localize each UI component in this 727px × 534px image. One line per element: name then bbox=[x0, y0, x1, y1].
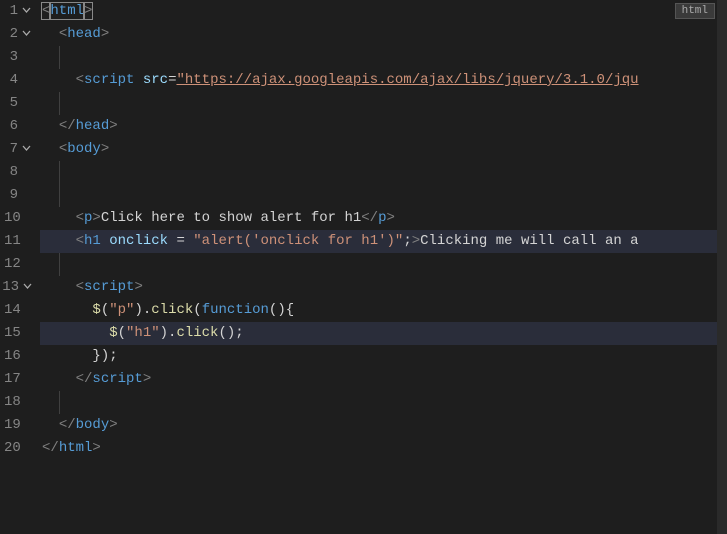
line-number: 10 bbox=[4, 207, 21, 230]
line-number: 5 bbox=[10, 92, 18, 115]
code-line[interactable]: <p>Click here to show alert for h1</p> bbox=[40, 207, 727, 230]
line-number: 12 bbox=[4, 253, 21, 276]
gutter-line: 1 bbox=[4, 0, 32, 23]
code-line[interactable]: </html> bbox=[40, 437, 727, 460]
line-number: 4 bbox=[10, 69, 18, 92]
code-line[interactable]: <head> bbox=[40, 23, 727, 46]
line-number: 18 bbox=[4, 391, 21, 414]
line-number: 8 bbox=[10, 161, 18, 184]
line-number: 11 bbox=[4, 230, 21, 253]
code-line[interactable]: $("h1").click(); bbox=[40, 322, 727, 345]
code-line[interactable] bbox=[40, 46, 727, 69]
fold-icon[interactable] bbox=[22, 7, 32, 16]
line-number: 2 bbox=[10, 23, 18, 46]
code-line[interactable] bbox=[40, 391, 727, 414]
code-line[interactable]: </script> bbox=[40, 368, 727, 391]
fold-icon[interactable] bbox=[22, 30, 32, 39]
gutter-line: 2 bbox=[4, 23, 32, 46]
code-line[interactable] bbox=[40, 161, 727, 184]
fold-icon[interactable] bbox=[23, 283, 32, 292]
gutter-line: 7 bbox=[4, 138, 32, 161]
line-number: 13 bbox=[2, 276, 19, 299]
code-line[interactable]: </head> bbox=[40, 115, 727, 138]
line-number: 6 bbox=[10, 115, 18, 138]
line-number: 9 bbox=[10, 184, 18, 207]
fold-icon[interactable] bbox=[22, 145, 32, 154]
code-line[interactable]: <body> bbox=[40, 138, 727, 161]
code-line[interactable]: <html> bbox=[40, 0, 727, 23]
language-badge: html bbox=[675, 3, 715, 19]
code-line[interactable] bbox=[40, 92, 727, 115]
gutter-line: 13 bbox=[4, 276, 32, 299]
line-gutter: 1 2 3 4 5 6 7 8 9 10 11 12 13 14 15 16 1… bbox=[0, 0, 40, 534]
line-number: 3 bbox=[10, 46, 18, 69]
vertical-scrollbar[interactable] bbox=[717, 0, 727, 534]
line-number: 20 bbox=[4, 437, 21, 460]
line-number: 1 bbox=[10, 0, 18, 23]
code-line[interactable]: </body> bbox=[40, 414, 727, 437]
code-line[interactable]: $("p").click(function(){ bbox=[40, 299, 727, 322]
code-line[interactable] bbox=[40, 184, 727, 207]
line-number: 17 bbox=[4, 368, 21, 391]
code-area[interactable]: <html> <head> <script src="https://ajax.… bbox=[40, 0, 727, 534]
line-number: 7 bbox=[10, 138, 18, 161]
code-line[interactable] bbox=[40, 253, 727, 276]
line-number: 14 bbox=[4, 299, 21, 322]
code-line[interactable]: }); bbox=[40, 345, 727, 368]
line-number: 16 bbox=[4, 345, 21, 368]
code-editor[interactable]: 1 2 3 4 5 6 7 8 9 10 11 12 13 14 15 16 1… bbox=[0, 0, 727, 534]
code-line[interactable]: <script> bbox=[40, 276, 727, 299]
line-number: 15 bbox=[4, 322, 21, 345]
line-number: 19 bbox=[4, 414, 21, 437]
code-line[interactable]: <h1 onclick = "alert('onclick for h1')";… bbox=[40, 230, 727, 253]
code-line[interactable]: <script src="https://ajax.googleapis.com… bbox=[40, 69, 727, 92]
